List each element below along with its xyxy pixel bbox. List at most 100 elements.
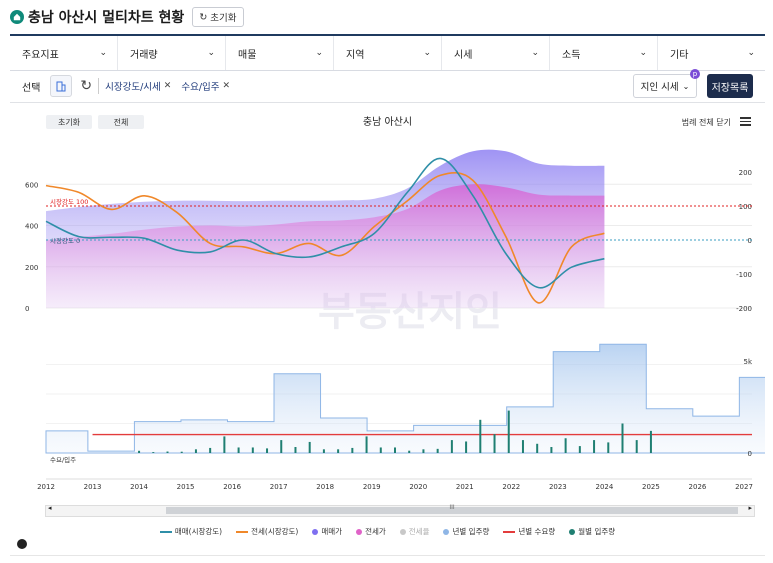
bar-monthly-supply [308,441,311,453]
y2-tick-label: -200 [736,305,752,313]
legend-item[interactable]: 매매(시장강도) [159,526,222,537]
legend-swatch [236,530,249,533]
reset-button[interactable]: ↻ 초기화 [192,7,244,27]
bar-monthly-supply [251,447,254,453]
bar-monthly-supply [294,447,297,453]
y2-tick-label: 0 [748,237,752,245]
scroll-left-icon[interactable]: ◂ [48,504,52,512]
legend-item[interactable]: 년별 수요량 [503,526,555,537]
bar-monthly-supply [536,443,539,453]
bar-monthly-supply [180,451,183,453]
chevron-down-icon: ⌄ [639,48,647,58]
bar-monthly-supply [166,451,169,453]
bar-monthly-supply [280,440,283,453]
menu-etc[interactable]: 기타 ⌄ [658,36,765,70]
bar-monthly-supply [209,447,212,453]
price-source-dropdown[interactable]: 지인 시세 ⌄ p [633,69,700,98]
menu-price[interactable]: 시세 ⌄ [442,36,550,70]
x-tick-label: 2023 [549,483,567,491]
legend-item[interactable]: 전세율 [399,526,430,537]
x-tick-label: 2014 [130,483,148,491]
x-tick-label: 2018 [316,483,334,491]
x-tick-label: 2013 [84,483,102,491]
refresh-icon[interactable]: ↻ [80,78,92,94]
bar-monthly-supply [479,419,482,453]
y2-tick-label: 100 [739,203,752,211]
chevron-down-icon: ⌄ [531,48,539,58]
home-icon[interactable] [10,10,24,24]
x-tick-label: 2020 [409,483,427,491]
bar-monthly-supply [493,434,496,453]
bar-monthly-supply [351,447,354,453]
close-icon[interactable]: ✕ [223,81,231,91]
refresh-icon: ↻ [199,11,208,23]
legend-label: 전세(시장강도) [251,527,299,536]
x-tick-label: 2025 [642,483,660,491]
selection-label: 선택 [22,82,41,94]
ref-label-100: 시장강도 100 [50,197,88,206]
legend-swatch [503,530,516,533]
building-icon[interactable] [50,75,73,97]
filter-menu-bar: 주요지표 ⌄ 거래량 ⌄ 매물 ⌄ 지역 ⌄ 시세 ⌄ 소득 ⌄ 기타 ⌄ [10,34,765,71]
logo-icon [17,539,27,549]
y-tick-label: 400 [25,223,38,231]
legend-swatch [159,530,172,533]
bar-monthly-supply [521,440,524,453]
chevron-down-icon: ⌄ [207,48,215,58]
legend-swatch [443,528,450,535]
area-annual-supply [45,343,765,454]
bar-monthly-supply [194,449,197,453]
legend-item[interactable]: 매매가 [312,526,342,537]
legend-item[interactable]: 전세(시장강도) [236,526,298,537]
bar-monthly-supply [564,438,567,453]
page-title: 충남 아산시 멀티차트 현황 [28,10,185,26]
legend-item[interactable]: 년별 입주량 [443,526,489,537]
legend-item[interactable]: 월별 입주량 [569,526,615,537]
y-tick-label: 0 [25,305,29,313]
menu-income[interactable]: 소득 ⌄ [550,36,658,70]
x-tick-label: 2019 [363,483,381,491]
bar-monthly-supply [223,436,226,453]
x-tick-label: 2022 [502,483,520,491]
legend-item[interactable]: 전세가 [356,526,386,537]
legend-swatch [356,528,363,535]
chevron-down-icon: ⌄ [747,48,755,58]
x-tick-label: 2015 [177,483,195,491]
legend-swatch [312,528,319,535]
x-tick-label: 2012 [37,483,55,491]
menu-volume[interactable]: 거래량 ⌄ [118,36,226,70]
bar-monthly-supply [337,449,340,453]
scroll-right-icon[interactable]: ▸ [748,504,752,512]
chart-panel: 초기화 전체 충남 아산시 범례 전체 닫기 600 400 200 0 200 100 0… [10,103,765,556]
chip-market-strength[interactable]: 시장강도/시세 ✕ [105,79,171,93]
bar-monthly-supply [365,436,368,453]
x-tick-label: 2027 [735,483,753,491]
chart-scrollbar[interactable]: ◂ III ▸ [45,504,755,517]
bar-monthly-supply [621,423,624,453]
bar-monthly-supply [138,450,141,453]
save-list-button[interactable]: 저장목록 [707,74,753,98]
x-tick-label: 2024 [595,483,613,491]
bar-monthly-supply [237,447,240,453]
bar-monthly-supply [266,448,269,453]
legend-label: 전세율 [408,527,430,536]
y2-tick-label: 5k [743,358,752,366]
bar-monthly-supply [550,447,553,453]
legend-swatch [569,528,576,535]
y2-tick-label: 200 [739,169,752,177]
x-tick-label: 2016 [223,483,241,491]
chevron-down-icon: ⌄ [423,48,431,58]
lower-chart-label: 수요/입주 [50,456,76,464]
menu-region[interactable]: 지역 ⌄ [334,36,442,70]
legend-label: 년별 입주량 [452,527,490,536]
menu-listings[interactable]: 매물 ⌄ [226,36,334,70]
scrollbar-thumb[interactable]: III [166,504,738,514]
menu-main-indicator[interactable]: 주요지표 ⌄ [10,36,118,70]
bar-monthly-supply [408,450,411,453]
chip-demand-supply[interactable]: 수요/입주 ✕ [181,79,230,93]
bar-monthly-supply [436,448,439,453]
bar-monthly-supply [649,430,652,453]
y2-tick-label: -100 [736,271,752,279]
chevron-down-icon: ⌄ [99,48,107,58]
close-icon[interactable]: ✕ [164,81,172,91]
